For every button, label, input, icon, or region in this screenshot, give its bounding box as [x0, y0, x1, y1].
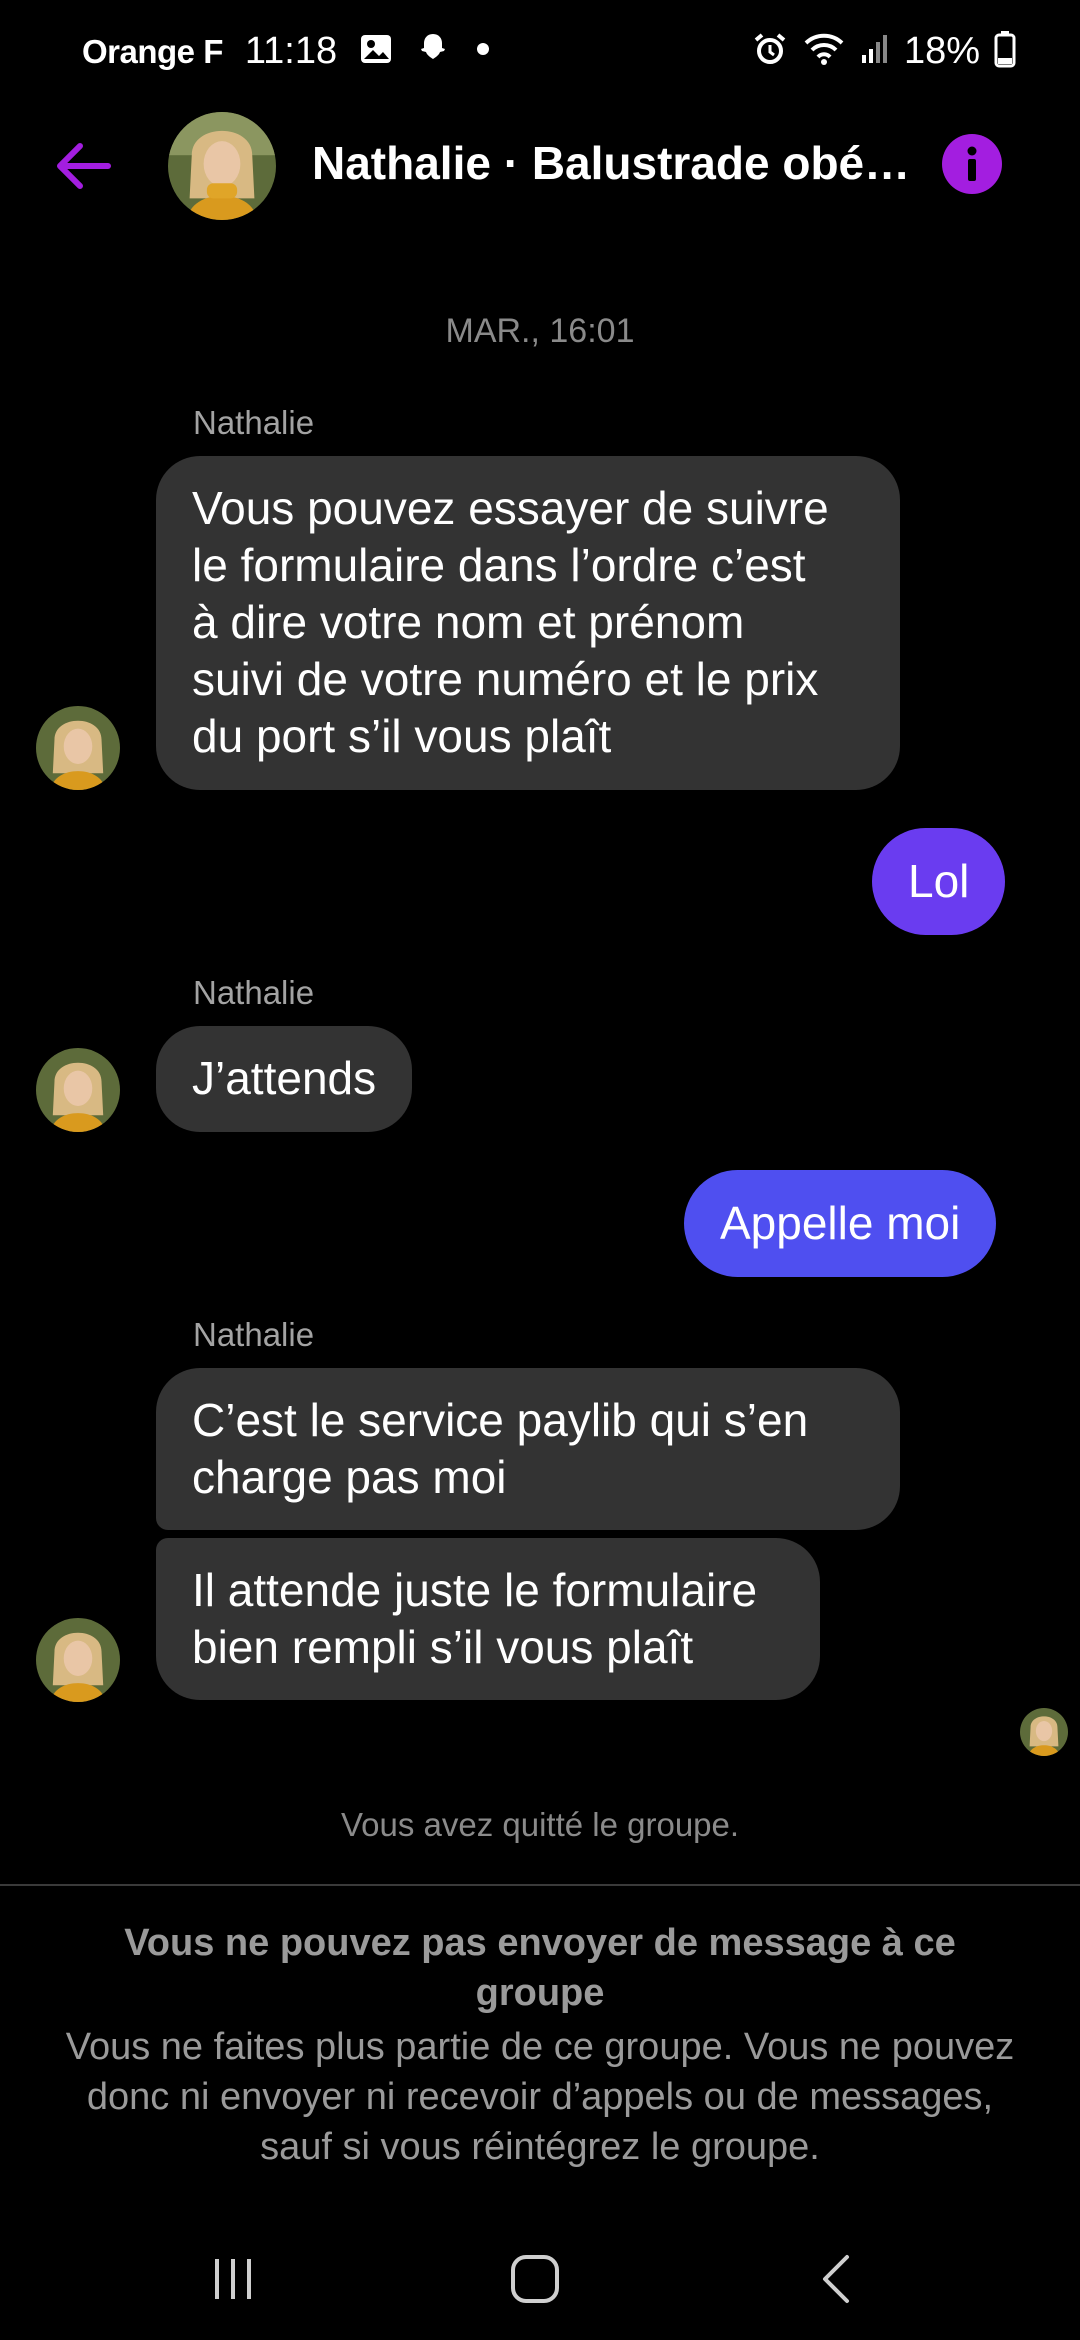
cannot-send-title: Vous ne pouvez pas envoyer de message à … [124, 1922, 956, 2014]
message-line: à dire votre nom et prénom [192, 596, 745, 648]
dot-icon [473, 39, 493, 64]
sender-avatar[interactable] [36, 1618, 120, 1702]
system-navbar [0, 2220, 1080, 2340]
message-line: charge pas moi [192, 1451, 507, 1503]
home-button[interactable] [490, 2244, 580, 2314]
incoming-message-bubble[interactable]: Il attende juste le formulaire bien remp… [156, 1538, 820, 1700]
message-line: Vous pouvez essayer de suivre [192, 482, 829, 534]
clock: 11:18 [244, 30, 338, 72]
messenger-screen: Orange F 11:18 18% Nathalie · Balustrade… [0, 0, 1080, 2340]
divider [0, 1884, 1080, 1886]
incoming-message-bubble[interactable]: Vous pouvez essayer de suivre le formula… [156, 456, 900, 790]
info-button[interactable] [942, 134, 1002, 194]
read-receipt-avatar [1020, 1708, 1068, 1756]
wifi-icon [802, 31, 846, 72]
alarm-icon [752, 31, 788, 72]
left-group-note: Vous avez quitté le groupe. [340, 1806, 740, 1843]
message-line: suivi de votre numéro et le prix [192, 653, 819, 705]
sender-name: Nathalie [193, 974, 315, 1011]
recent-apps-icon [215, 2259, 251, 2299]
status-bar: Orange F 11:18 18% [0, 0, 1080, 100]
message-line: J’attends [192, 1052, 377, 1104]
incoming-message-bubble[interactable]: C’est le service paylib qui s’en charge … [156, 1368, 900, 1530]
date-separator: MAR., 16:01 [445, 312, 635, 350]
message-line: Il attende juste le formulaire [192, 1564, 758, 1616]
sender-name: Nathalie [193, 1316, 315, 1353]
sender-name: Nathalie [193, 404, 315, 441]
sender-avatar[interactable] [36, 706, 120, 790]
outgoing-message-bubble[interactable]: Lol [872, 828, 1006, 935]
battery-icon [994, 30, 1016, 73]
gallery-icon [359, 32, 393, 71]
battery-level: 18% [903, 30, 980, 72]
sender-avatar[interactable] [36, 1048, 120, 1132]
home-icon [511, 2255, 559, 2303]
outgoing-message-bubble[interactable]: Appelle moi [684, 1170, 997, 1277]
snapchat-icon [415, 31, 451, 72]
message-line: du port s’il vous plaît [192, 710, 612, 762]
info-icon [967, 146, 977, 181]
incoming-message-bubble[interactable]: J’attends [156, 1026, 413, 1132]
cannot-send-body: Vous ne faites plus partie de ce groupe.… [65, 2026, 1015, 2168]
conversation-header: Nathalie · Balustrade obéi… [0, 100, 1080, 230]
back-icon [823, 2255, 849, 2303]
signal-icon [860, 31, 890, 72]
conversation-title[interactable]: Nathalie · Balustrade obéi… [312, 136, 912, 190]
message-line: C’est le service paylib qui s’en [192, 1394, 809, 1446]
arrow-left-icon [57, 143, 111, 189]
carrier-name: Orange F [82, 32, 223, 70]
message-line: le formulaire dans l’ordre c’est [192, 539, 806, 591]
recent-apps-button[interactable] [188, 2244, 278, 2314]
nav-back-button[interactable] [794, 2244, 884, 2314]
message-line: bien rempli s’il vous plaît [192, 1621, 694, 1673]
back-button[interactable] [48, 130, 120, 202]
conversation-avatar[interactable] [168, 112, 276, 220]
